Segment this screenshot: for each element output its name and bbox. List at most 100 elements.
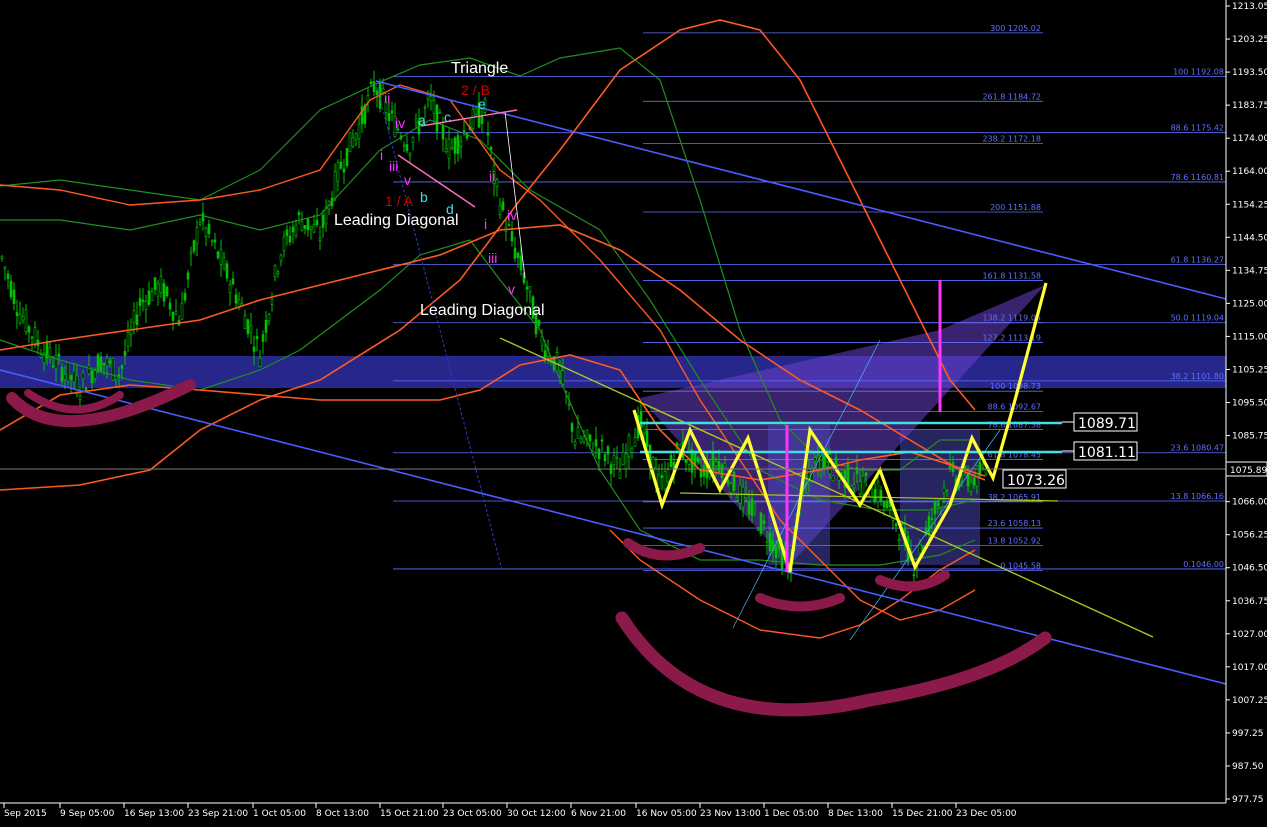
candle-body xyxy=(390,110,394,114)
candle-body xyxy=(942,487,946,493)
wave-label-v-2: v xyxy=(508,281,515,297)
candle-body xyxy=(297,212,301,216)
candle-body xyxy=(258,358,262,367)
candle-body xyxy=(210,240,214,243)
candle-body xyxy=(717,461,721,472)
candle-body xyxy=(351,137,355,147)
candle-body xyxy=(426,94,430,100)
y-tick-label: 1027.00 xyxy=(1232,630,1267,640)
candle-body xyxy=(141,299,145,302)
candle-body xyxy=(252,346,256,352)
candle-body xyxy=(174,311,178,315)
wave-label-v: v xyxy=(404,172,411,188)
candle-body xyxy=(660,475,664,478)
candle-body xyxy=(462,130,466,132)
candle-body xyxy=(345,148,349,167)
candle-body xyxy=(387,113,391,121)
y-tick-label: 1036.75 xyxy=(1232,597,1267,607)
y-tick-label: 1183.75 xyxy=(1232,101,1267,111)
candle-body xyxy=(432,100,436,114)
y-tick-label: 1046.50 xyxy=(1232,564,1267,574)
candle-body xyxy=(855,466,859,474)
y-tick-label: 1154.25 xyxy=(1232,200,1267,210)
x-tick-label: 23 Oct 05:00 xyxy=(443,809,502,819)
fib-label-right: 38.2 1101.80 xyxy=(1171,372,1224,381)
candle-body xyxy=(429,95,433,102)
triangle-label: Triangle xyxy=(451,60,508,77)
candle-body xyxy=(105,357,109,367)
candle-body xyxy=(108,360,112,364)
fib-label-right: 0.1046.00 xyxy=(1183,560,1224,569)
candle-body xyxy=(753,507,757,510)
wave-label-i: i xyxy=(380,147,383,163)
candle-body xyxy=(594,439,598,447)
leading-diagonal-label-1: Leading Diagonal xyxy=(334,212,459,229)
candle-body xyxy=(645,430,649,447)
candle-body xyxy=(570,423,574,432)
wave-label-iii-2: iii xyxy=(488,250,497,266)
candle-body xyxy=(885,500,889,509)
candle-body xyxy=(435,104,439,132)
price-box-1073: 1073.26 xyxy=(1002,469,1067,489)
y-tick-label: 1213.05 xyxy=(1232,2,1267,12)
candle-body xyxy=(72,370,76,383)
y-tick-label: 977.75 xyxy=(1232,795,1264,805)
fib-label-right: 88.6 1175.42 xyxy=(1171,124,1224,133)
candle-body xyxy=(453,137,457,154)
candle-body xyxy=(405,144,409,152)
candle-body xyxy=(87,365,91,375)
candle-body xyxy=(894,523,898,527)
candle-body xyxy=(927,516,931,535)
candle-body xyxy=(60,366,64,382)
candle-body xyxy=(657,474,661,490)
candle-body xyxy=(321,214,325,228)
x-tick-label: 23 Nov 13:00 xyxy=(700,809,761,819)
candle-body xyxy=(633,437,637,447)
candle-body xyxy=(561,370,565,385)
candle-body xyxy=(720,464,724,478)
fib-label-right: 50.0 1119.04 xyxy=(1171,314,1224,323)
candle-body xyxy=(519,255,523,271)
x-tick-label: Sep 2015 xyxy=(4,809,47,819)
candle-body xyxy=(516,252,520,258)
candle-body xyxy=(180,302,184,320)
candle-body xyxy=(267,314,271,322)
y-tick-label: 1125.00 xyxy=(1232,299,1267,309)
candle-body xyxy=(165,286,169,297)
wave-label-iv: iv xyxy=(395,115,405,131)
candle-body xyxy=(9,280,13,298)
candle-body xyxy=(126,332,130,347)
candle-body xyxy=(282,236,286,251)
candle-body xyxy=(81,372,85,379)
candle-body xyxy=(714,461,718,466)
candle-body xyxy=(228,284,232,294)
candle-body xyxy=(312,224,316,233)
candle-body xyxy=(273,265,277,277)
x-tick-label: 9 Sep 05:00 xyxy=(60,809,115,819)
candle-body xyxy=(147,290,151,305)
fib-label-mid: 23.6 1058.13 xyxy=(988,519,1041,528)
candle-body xyxy=(261,334,265,342)
candle-body xyxy=(933,501,937,514)
y-tick-label: 1105.25 xyxy=(1232,365,1267,375)
candle-body xyxy=(69,375,73,380)
candle-body xyxy=(234,294,238,304)
wave-label-ii-2: ii xyxy=(489,168,495,184)
candle-body xyxy=(12,289,16,305)
candle-body xyxy=(981,464,985,468)
candle-body xyxy=(132,310,136,323)
candle-body xyxy=(288,235,292,243)
candle-body xyxy=(765,541,769,543)
y-tick-label: 1007.25 xyxy=(1232,696,1267,706)
candle-body xyxy=(618,470,622,479)
candle-body xyxy=(90,370,94,384)
candle-body xyxy=(291,226,295,233)
price-box-1081-label: 1081.11 xyxy=(1078,445,1136,461)
candle-body xyxy=(930,518,934,521)
candle-body xyxy=(459,140,463,147)
candle-body xyxy=(78,395,82,401)
y-tick-label: 1066.00 xyxy=(1232,498,1267,508)
candle-body xyxy=(600,439,604,442)
candle-body xyxy=(666,469,670,482)
candle-body xyxy=(156,282,160,297)
